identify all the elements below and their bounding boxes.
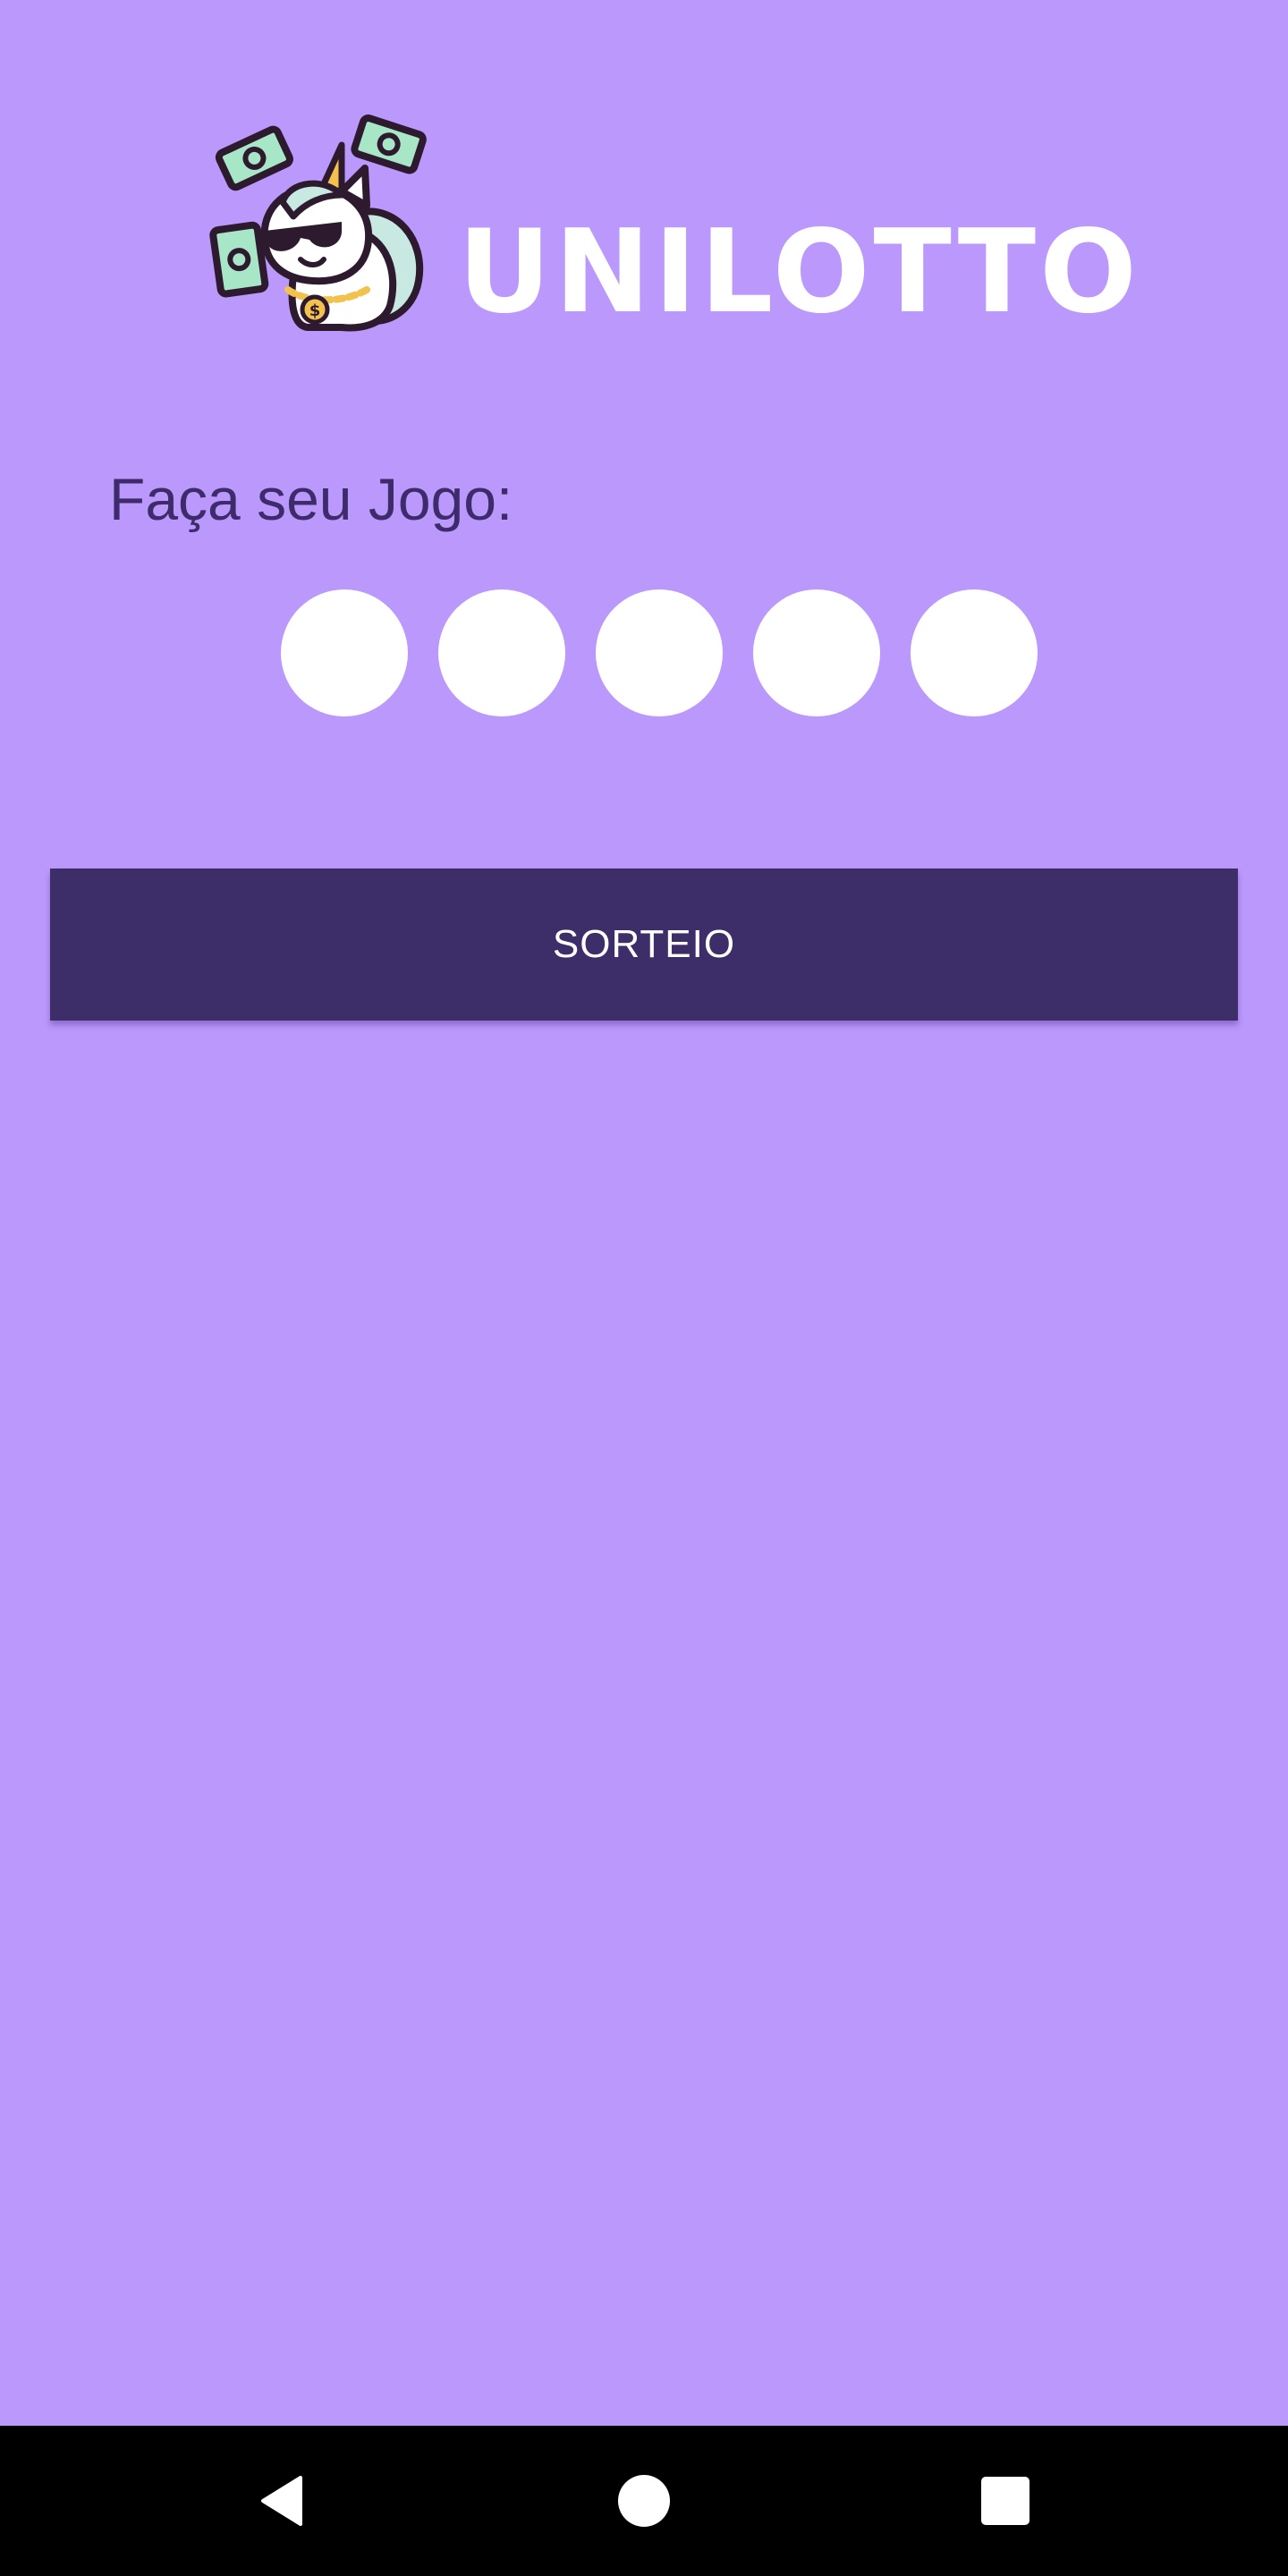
nav-home-button[interactable] bbox=[569, 2426, 719, 2576]
system-navigation-bar bbox=[0, 2426, 1288, 2576]
number-ball-1[interactable] bbox=[281, 589, 408, 716]
recents-square-icon bbox=[981, 2477, 1030, 2525]
unicorn-mascot-icon: $ bbox=[209, 114, 427, 332]
nav-back-button[interactable] bbox=[208, 2426, 358, 2576]
number-ball-4[interactable] bbox=[753, 589, 880, 716]
number-ball-2[interactable] bbox=[438, 589, 565, 716]
home-circle-icon bbox=[618, 2475, 670, 2527]
number-ball-3[interactable] bbox=[596, 589, 723, 716]
number-ball-5[interactable] bbox=[911, 589, 1038, 716]
app-name: UNILOTTO bbox=[458, 206, 1140, 339]
app-screen: $ UNILOTTO Faça seu Jogo: SORTEIO bbox=[0, 0, 1288, 2426]
draw-button[interactable]: SORTEIO bbox=[50, 869, 1238, 1021]
svg-text:$: $ bbox=[309, 301, 321, 320]
nav-recents-button[interactable] bbox=[930, 2426, 1080, 2576]
app-logo: $ UNILOTTO bbox=[208, 106, 1140, 339]
game-prompt-label: Faça seu Jogo: bbox=[109, 466, 513, 532]
number-selection bbox=[281, 589, 1038, 716]
back-triangle-icon bbox=[261, 2476, 302, 2526]
